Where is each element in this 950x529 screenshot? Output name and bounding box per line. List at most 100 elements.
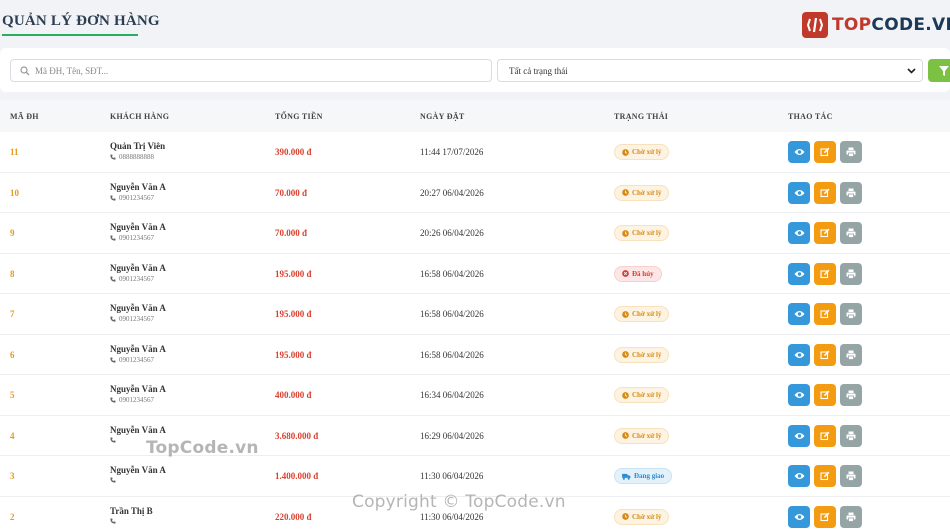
phone-icon [110,195,116,201]
header-total: TỔNG TIỀN [275,112,323,121]
order-id: 4 [10,430,15,441]
edit-button[interactable] [814,505,836,528]
order-id: 9 [10,228,15,238]
print-button[interactable] [840,303,862,325]
printer-icon [846,471,856,481]
search-box[interactable] [10,59,492,82]
order-total: 400.000 đ [275,390,312,400]
view-button[interactable] [788,303,810,325]
title-underline [2,34,138,36]
status-badge-label: Đang giao [634,472,665,480]
view-button[interactable] [788,343,810,366]
order-total: 1.400.000 đ [275,471,319,481]
status-badge: Chờ xử lý [614,508,670,525]
status-badge-label: Chờ xử lý [632,148,662,156]
phone-icon [110,518,116,524]
view-button[interactable] [788,424,810,447]
clock-icon [622,189,629,196]
view-button[interactable] [788,262,810,285]
order-date: 16:58 06/04/2026 [420,349,484,360]
phone-icon [110,397,116,403]
status-badge-label: Chờ xử lý [632,512,662,521]
page-header: QUẢN LÝ ĐƠN HÀNG TOPCODE.VN [0,0,950,48]
edit-icon [820,512,830,521]
topcode-logo: TOPCODE.VN [802,11,950,39]
edit-button[interactable] [814,141,836,163]
order-total: 195.000 đ [275,309,312,319]
logo-text: TOPCODE.VN [832,15,950,35]
filter-button[interactable] [928,59,950,82]
edit-button[interactable] [814,343,836,366]
header-customer: KHÁCH HÀNG [110,112,170,121]
edit-icon [820,471,830,481]
customer-name: Nguyễn Văn A [110,384,166,394]
watermark-copyright: Copyright © TopCode.vn [352,492,566,512]
order-total: 220.000 đ [275,511,312,522]
status-select[interactable]: Tất cả trạng thái [497,59,923,82]
table-row: 6 Nguyễn Văn A 0901234567 195.000 đ 16:58 06… [0,334,950,375]
status-badge: Chờ xử lý [614,427,670,444]
customer-phone: 0888888888 [110,153,154,161]
row-actions [788,465,862,487]
print-button[interactable] [840,262,862,285]
edit-button[interactable] [814,424,836,447]
eye-icon [794,432,804,439]
customer-name: Quản Trị Viên [110,141,166,151]
print-button[interactable] [840,181,862,204]
customer-phone-text: 0901234567 [119,193,154,202]
customer-phone-text: 0901234567 [119,315,154,323]
order-date: 16:58 06/04/2026 [420,268,484,279]
edit-button[interactable] [814,262,836,285]
row-actions [788,505,862,528]
print-button[interactable] [840,141,862,163]
customer-phone-text: 0888888888 [119,153,154,161]
printer-icon [846,431,856,441]
status-badge-label: Chờ xử lý [632,431,662,440]
logo-suffix: CODE.VN [871,15,950,35]
status-badge: Chờ xử lý [614,144,670,160]
clock-icon [622,351,629,358]
customer-name: Nguyễn Văn A [110,222,166,232]
order-total: 195.000 đ [275,349,312,360]
print-button[interactable] [840,424,862,447]
print-button[interactable] [840,222,862,244]
view-button[interactable] [788,465,810,487]
order-total: 195.000 đ [275,268,312,279]
view-button[interactable] [788,222,810,244]
edit-icon [820,390,830,400]
status-badge: Đang giao [614,468,673,484]
view-button[interactable] [788,141,810,163]
logo-mark-icon [802,12,828,38]
print-button[interactable] [840,505,862,528]
eye-icon [794,513,804,520]
view-button[interactable] [788,384,810,406]
table-row: 9 Nguyễn Văn A 0901234567 70.000 đ 20:26 06/… [0,213,950,254]
header-id: MÃ ĐH [10,112,39,121]
clock-icon [622,432,629,439]
row-actions [788,262,862,285]
view-button[interactable] [788,181,810,204]
edit-button[interactable] [814,384,836,406]
print-button[interactable] [840,384,862,406]
eye-icon [794,270,804,277]
status-badge-label: Chờ xử lý [632,391,662,399]
customer-name: Nguyễn Văn A [110,465,166,475]
eye-icon [794,473,804,479]
print-button[interactable] [840,465,862,487]
printer-icon [846,390,856,400]
view-button[interactable] [788,505,810,528]
status-select-value: Tất cả trạng thái [509,65,568,76]
table-row: 7 Nguyễn Văn A 0901234567 195.000 đ 16:58 06… [0,294,950,335]
edit-button[interactable] [814,465,836,487]
edit-button[interactable] [814,303,836,325]
printer-icon [846,228,856,238]
search-input[interactable] [35,65,455,76]
edit-button[interactable] [814,181,836,204]
phone-icon [110,276,116,282]
status-badge: Chờ xử lý [614,346,670,363]
row-actions [788,181,862,204]
print-button[interactable] [840,343,862,366]
cancel-circle-icon [622,270,629,277]
edit-button[interactable] [814,222,836,244]
customer-phone: 0901234567 [110,194,154,202]
